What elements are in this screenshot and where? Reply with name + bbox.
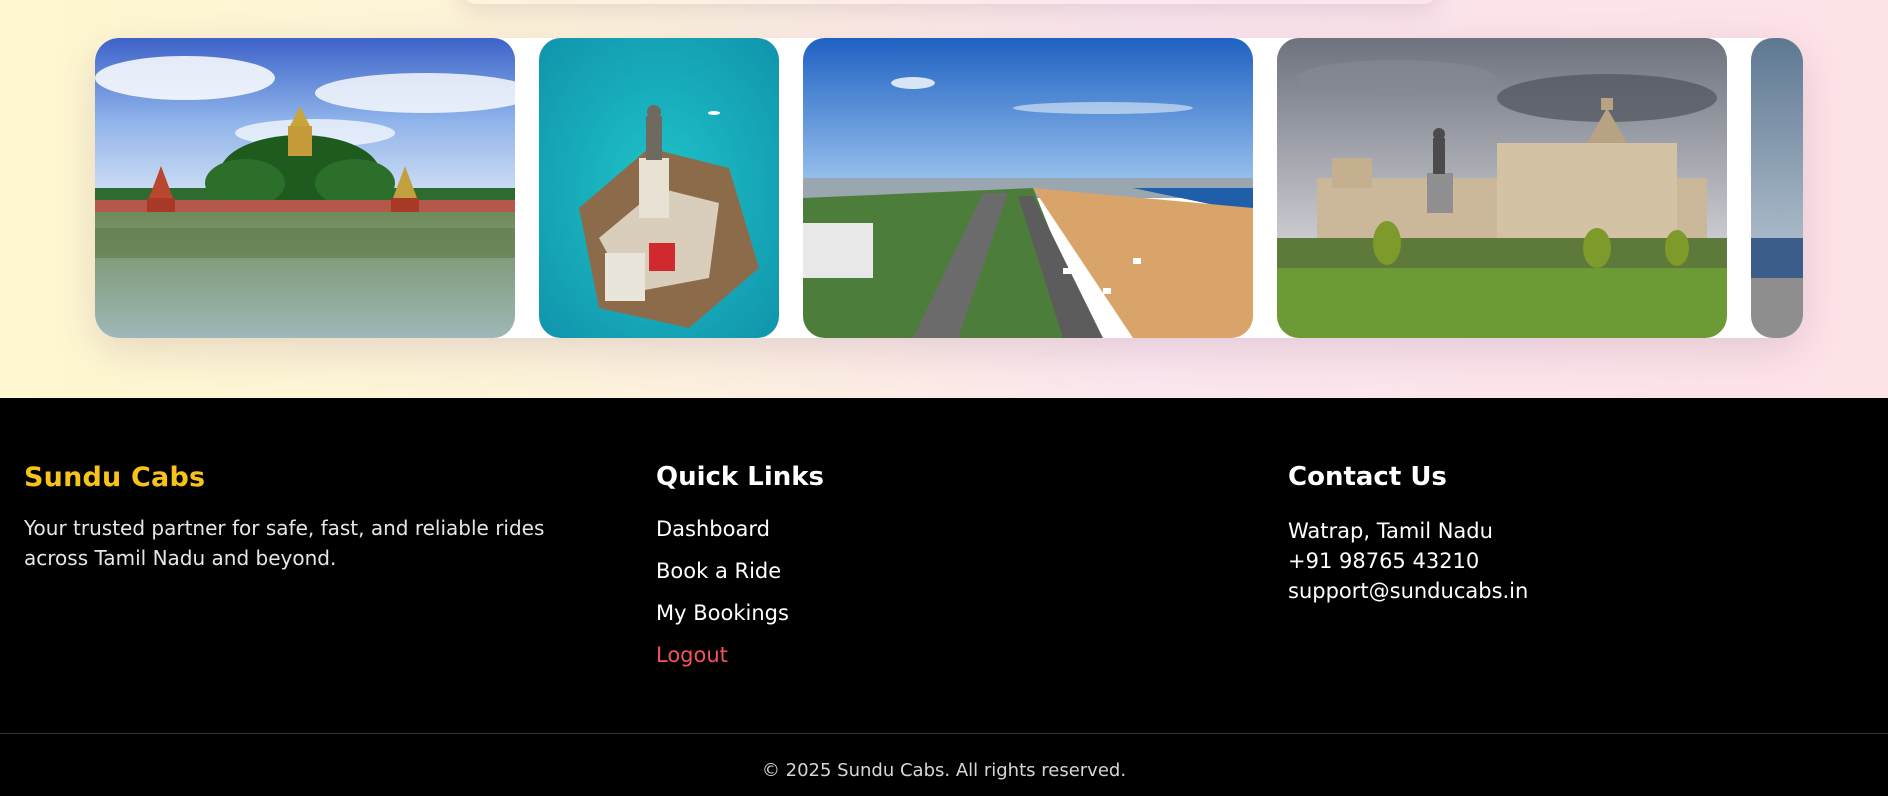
copyright-text: © 2025 Sundu Cabs. All rights reserved. [761,760,1127,781]
partial-photo[interactable] [1751,38,1803,338]
image-gallery[interactable] [95,38,1803,338]
marina-beach-photo[interactable] [803,38,1253,338]
footer-contact-column: Contact Us Watrap, Tamil Nadu +91 98765 … [1288,462,1788,606]
contact-phone: +91 98765 43210 [1288,549,1480,573]
site-footer: Sundu Cabs Your trusted partner for safe… [0,398,1888,796]
footer-link-dashboard[interactable]: Dashboard [656,516,770,542]
hero-section [0,0,1888,398]
contact-email: support@sunducabs.in [1288,579,1529,603]
temple-tank-photo[interactable] [95,38,515,338]
contact-address: Watrap, Tamil Nadu [1288,519,1493,543]
quick-links-heading: Quick Links [656,462,825,492]
rock-memorial-photo[interactable] [539,38,779,338]
footer-link-my-bookings[interactable]: My Bookings [656,600,789,626]
footer-divider [0,733,1888,734]
contact-details: Watrap, Tamil Nadu +91 98765 43210 suppo… [1288,516,1788,606]
vidhana-soudha-photo[interactable] [1277,38,1727,338]
footer-link-book-a-ride[interactable]: Book a Ride [656,558,781,584]
footer-link-logout[interactable]: Logout [656,642,728,668]
footer-quick-links-column: Quick Links Dashboard Book a Ride My Boo… [656,462,1056,684]
footer-brand-column: Sundu Cabs Your trusted partner for safe… [24,462,604,573]
card-shadow-edge [460,0,1440,4]
footer-brand-description: Your trusted partner for safe, fast, and… [24,516,545,570]
quick-links-list: Dashboard Book a Ride My Bookings Logout [656,516,1056,668]
contact-heading: Contact Us [1288,462,1447,492]
footer-brand-title: Sundu Cabs [24,462,206,493]
